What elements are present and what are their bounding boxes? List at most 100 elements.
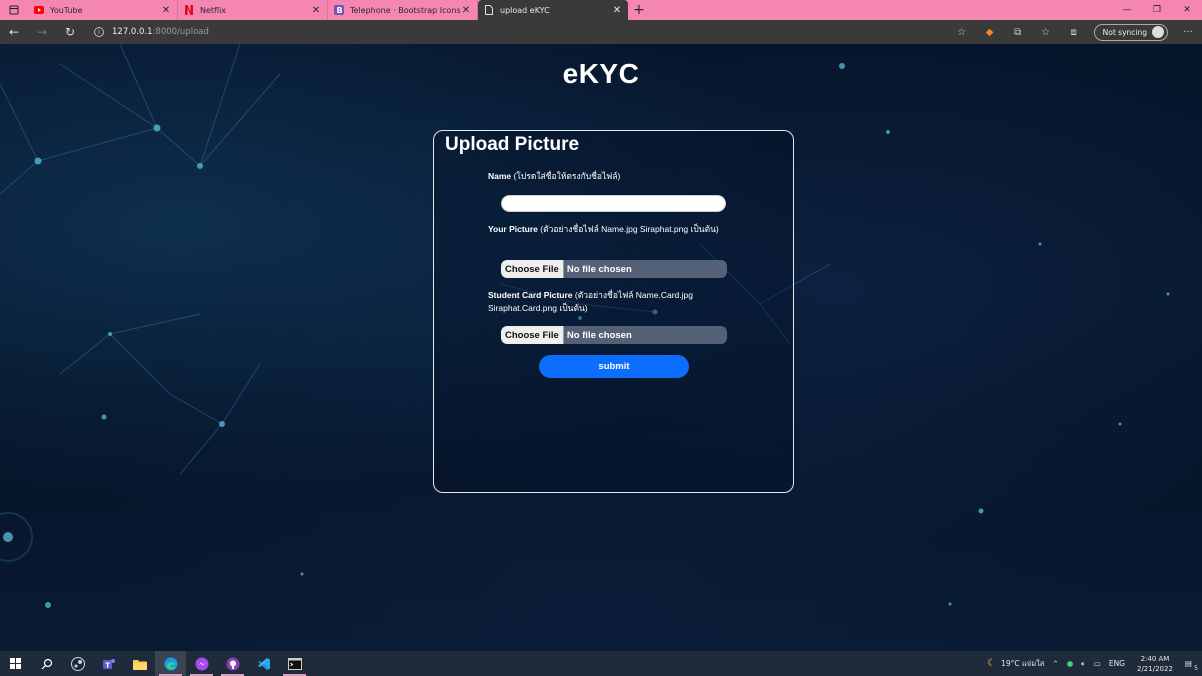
weather-widget[interactable]: ☾ 19°C แจ่มใส (983, 658, 1048, 670)
tab-close-icon[interactable]: ✕ (311, 5, 321, 16)
tab-strip: YouTube ✕ Netflix ✕ B Telephone · Bootst… (0, 0, 1202, 20)
teams-icon: T (102, 658, 115, 669)
name-field-label: Name (โปรดใส่ชื่อให้ตรงกับชื่อไฟล์) (488, 170, 728, 183)
language-indicator[interactable]: ENG (1105, 659, 1129, 668)
windows-taskbar: T ☾ 19°C แจ่มใส ⌃ ● 🔈︎ ▭ ENG 2:40 AM 2/2… (0, 651, 1202, 676)
tab-title: Netflix (200, 5, 227, 15)
picture-file-status: No file chosen (566, 263, 632, 275)
taskbar-search-button[interactable] (31, 651, 62, 676)
weather-temp: 19°C (1001, 659, 1020, 668)
profile-sync-button[interactable]: Not syncing (1093, 23, 1168, 41)
speaker-icon: 🔈︎ (1081, 658, 1086, 668)
new-tab-button[interactable]: + (628, 0, 650, 20)
network-icon: ▭ (1093, 659, 1101, 668)
picture-choose-file-button[interactable]: Choose File (501, 260, 564, 278)
forward-button[interactable]: → (28, 20, 56, 44)
extensions-button[interactable]: ⧉ (1004, 20, 1032, 44)
clock[interactable]: 2:40 AM 2/21/2022 (1129, 654, 1181, 674)
clock-time: 2:40 AM (1140, 654, 1170, 663)
start-button[interactable] (0, 651, 31, 676)
info-icon[interactable]: i (94, 27, 104, 37)
minimize-button[interactable]: — (1112, 0, 1142, 20)
file-explorer-icon (132, 659, 147, 670)
metamask-extension-button[interactable]: ◆ (976, 20, 1004, 44)
address-bar[interactable]: i 127.0.0.1:8000/upload (88, 22, 948, 42)
name-label-text: Name (488, 171, 512, 181)
taskbar-terminal[interactable] (279, 651, 310, 676)
tab-close-icon[interactable]: ✕ (461, 5, 471, 16)
tab-title: upload eKYC (500, 5, 550, 15)
tab-title: YouTube (50, 5, 83, 15)
terminal-icon (287, 657, 302, 670)
taskbar-messenger[interactable] (186, 651, 217, 676)
github-icon (226, 657, 239, 670)
youtube-icon (34, 5, 44, 15)
network-button[interactable]: ▭ (1090, 659, 1105, 668)
svg-text:B: B (337, 6, 343, 15)
start-icon (10, 658, 21, 669)
brand-title: eKYC (562, 58, 640, 89)
tab-bootstrap-icons[interactable]: B Telephone · Bootstrap Icons ✕ (328, 0, 478, 20)
card-field-label: Student Card Picture (ตัวอย่างชื่อไฟล์ N… (488, 289, 728, 315)
name-label-hint: (โปรดใส่ชื่อให้ตรงกับชื่อไฟล์) (513, 171, 621, 181)
sync-label: Not syncing (1102, 27, 1147, 37)
netflix-icon (184, 5, 194, 15)
tab-title: Telephone · Bootstrap Icons (350, 5, 461, 15)
upload-form-card: Upload Picture Name (โปรดใส่ชื่อให้ตรงกั… (433, 130, 794, 493)
tab-youtube[interactable]: YouTube ✕ (28, 0, 178, 20)
clock-date: 2/21/2022 (1137, 664, 1173, 673)
notification-icon: ▤ (1184, 659, 1192, 668)
page-icon (484, 5, 494, 15)
green-app-icon: ● (1066, 659, 1074, 668)
window-controls: — ❐ ✕ (1112, 0, 1202, 20)
messenger-icon (195, 657, 208, 670)
tab-actions-button[interactable] (0, 0, 28, 20)
taskbar-github[interactable] (217, 651, 248, 676)
tab-actions-icon (9, 5, 19, 15)
more-options-icon: ··· (1183, 26, 1193, 38)
name-input[interactable] (501, 195, 726, 212)
metamask-icon: ◆ (985, 26, 994, 38)
tab-upload-ekyc[interactable]: upload eKYC ✕ (478, 0, 628, 20)
url-path: :8000/upload (152, 27, 209, 37)
card-file-input[interactable]: Choose File No file chosen (501, 326, 727, 344)
taskbar-vscode[interactable] (248, 651, 279, 676)
picture-field-label: Your Picture (ตัวอย่างชื่อไฟล์ Name.jpg … (488, 223, 728, 236)
picture-label-text: Your Picture (488, 224, 538, 234)
url-host: 127.0.0.1 (112, 27, 153, 37)
tab-close-icon[interactable]: ✕ (161, 5, 171, 16)
refresh-button[interactable]: ↻ (56, 20, 84, 44)
picture-file-input[interactable]: Choose File No file chosen (501, 260, 727, 278)
taskbar-steam[interactable] (62, 651, 93, 676)
moon-icon: ☾ (987, 658, 997, 669)
volume-button[interactable]: 🔈︎ (1077, 659, 1090, 669)
notifications-button[interactable]: ▤ 5 (1181, 659, 1202, 672)
vscode-icon (257, 657, 270, 670)
restore-button[interactable]: ❐ (1142, 0, 1172, 20)
card-file-status: No file chosen (566, 329, 632, 341)
collections-button[interactable]: ⧈ (1060, 20, 1088, 44)
close-window-button[interactable]: ✕ (1172, 0, 1202, 20)
chevron-up-icon: ⌃ (1052, 659, 1059, 668)
tray-app-icon[interactable]: ● (1063, 659, 1078, 668)
taskbar-file-explorer[interactable] (124, 651, 155, 676)
add-favorite-button[interactable]: ☆ (948, 20, 976, 44)
back-arrow-icon: ← (8, 25, 20, 39)
tab-close-icon[interactable]: ✕ (612, 5, 622, 16)
picture-label-hint: (ตัวอย่างชื่อไฟล์ Name.jpg Siraphat.png … (540, 224, 719, 234)
taskbar-edge[interactable] (155, 651, 186, 676)
taskbar-teams[interactable]: T (93, 651, 124, 676)
submit-button[interactable]: submit (539, 355, 689, 378)
settings-menu-button[interactable]: ··· (1174, 20, 1202, 44)
page-viewport: eKYC Upload Picture Name (โปรดใส่ชื่อให้… (0, 44, 1202, 651)
restore-icon: ❐ (1152, 5, 1162, 15)
svg-text:T: T (105, 661, 110, 669)
card-choose-file-button[interactable]: Choose File (501, 326, 564, 344)
favorites-button[interactable]: ☆ (1032, 20, 1060, 44)
weather-desc: แจ่มใส (1021, 658, 1045, 668)
back-button[interactable]: ← (0, 20, 28, 44)
minimize-icon: — (1122, 5, 1132, 15)
show-hidden-icons-button[interactable]: ⌃ (1048, 659, 1062, 668)
tab-netflix[interactable]: Netflix ✕ (178, 0, 328, 20)
system-tray: ☾ 19°C แจ่มใส ⌃ ● 🔈︎ ▭ ENG 2:40 AM 2/21/… (983, 651, 1202, 676)
